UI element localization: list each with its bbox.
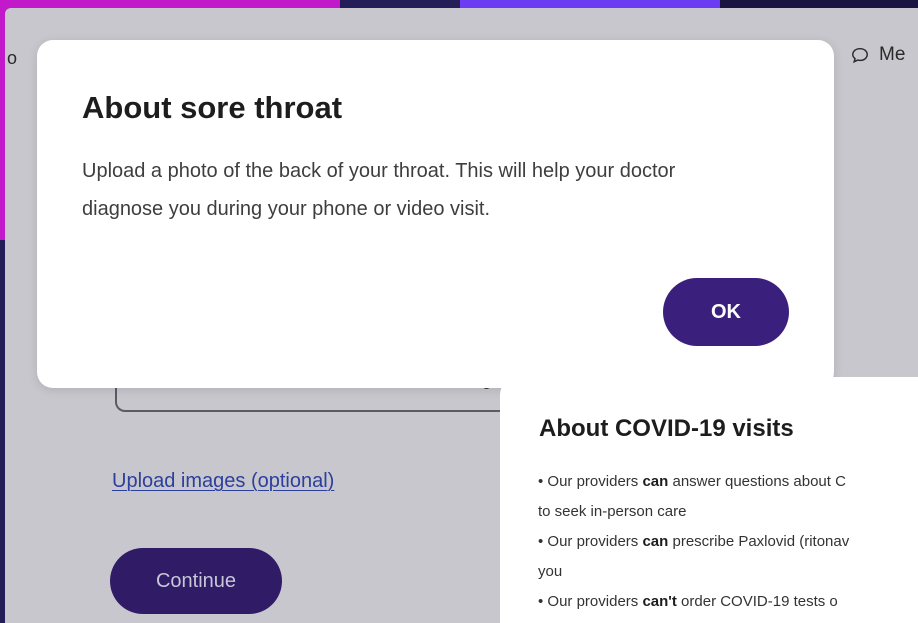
covid-line-text: answer questions about C [668,473,846,490]
messages-label-fragment: Me [879,44,906,65]
covid-line-text: order COVID-19 tests o [676,593,838,610]
covid-line-emphasis: can [642,473,669,490]
topbar-left-fragment: o [7,48,18,68]
covid-info-line: • Our providers can't order COVID-19 tes… [538,587,918,617]
covid-line-text: • Our providers [538,533,643,550]
covid-line-text: • Our providers [538,593,643,610]
continue-button[interactable]: Continue [110,548,282,614]
sore-throat-modal: About sore throat Upload a photo of the … [37,40,834,388]
covid-line-emphasis: can [642,533,669,550]
sore-throat-modal-body: Upload a photo of the back of your throa… [82,160,676,220]
covid-info-line: • Our providers can prescribe Paxlovid (… [538,527,918,557]
messages-nav-link[interactable]: Me [851,44,905,66]
covid-info-line: • Our providers can answer questions abo… [538,467,918,497]
chat-bubble-icon [852,47,868,64]
covid-info-line: to seek in-person care [538,497,918,527]
covid-line-emphasis: can't [642,593,677,610]
upload-images-link[interactable]: Upload images (optional) [112,470,334,493]
covid-modal-title: About COVID-19 visits [539,415,794,442]
ok-button[interactable]: OK [663,278,789,346]
covid-line-text: prescribe Paxlovid (ritonav [668,533,850,550]
covid-line-text: you [538,563,563,580]
covid-info-list: • Our providers can answer questions abo… [538,467,918,617]
covid-visits-modal: About COVID-19 visits • Our providers ca… [500,377,918,623]
covid-line-text: to seek in-person care [538,503,687,520]
sore-throat-modal-title: About sore throat [82,90,343,125]
covid-line-text: • Our providers [538,473,643,490]
covid-info-line: you [538,557,918,587]
